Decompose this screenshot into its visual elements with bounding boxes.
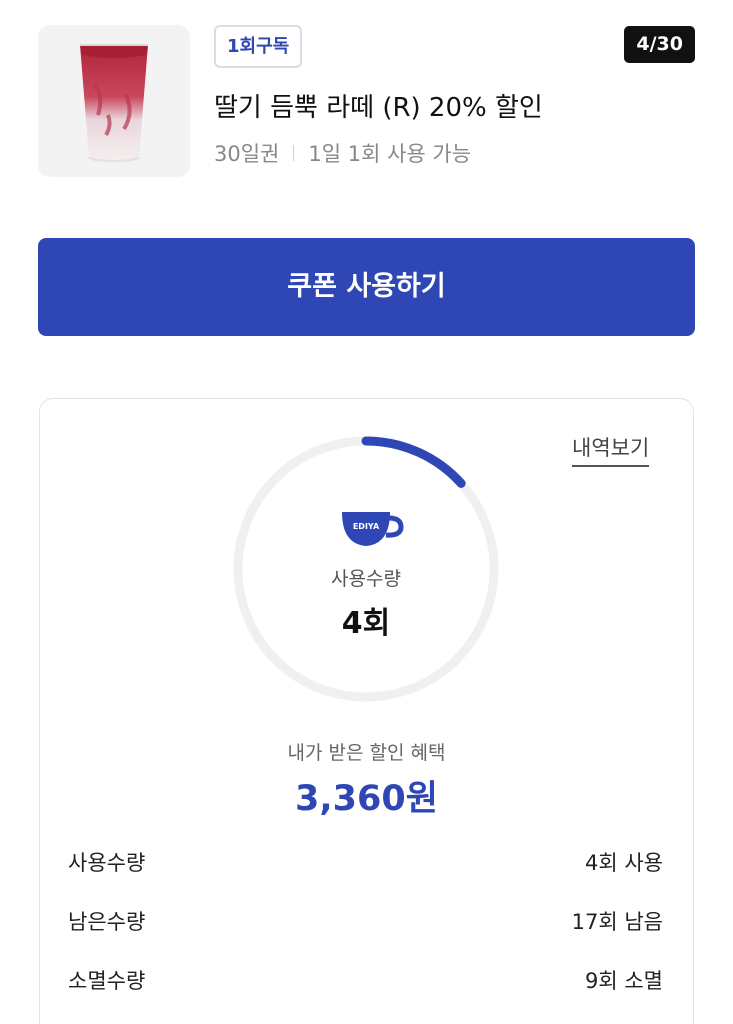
view-history-link[interactable]: 내역보기 [572,432,650,467]
stat-value: 17회 남음 [571,910,663,934]
stat-label: 소멸수량 [68,969,146,993]
usage-rule: 1일 1회 사용 가능 [308,142,472,166]
subscription-period: 30일권 [214,142,280,166]
stat-row-expired: 소멸수량 9회 소멸 [68,965,663,995]
subscription-type-badge: 1회구독 [214,25,303,68]
stat-value: 4회 사용 [585,851,663,875]
stat-label: 사용수량 [68,851,146,875]
ediya-cup-icon: EDIYA [342,512,404,546]
product-image [38,25,190,177]
product-title: 딸기 듬뿍 라떼 (R) 20% 할인 [214,93,543,123]
stat-row-used: 사용수량 4회 사용 [68,847,663,877]
stat-label: 남은수량 [68,910,146,934]
usage-label: 사용수량 [331,568,401,590]
benefit-label: 내가 받은 할인 혜택 [287,742,446,764]
progress-arc [361,436,466,488]
benefit-amount: 3,360원 [295,779,438,819]
ediya-brand-text: EDIYA [353,522,380,531]
subscription-product: 1회구독 4/30 딸기 듬뿍 라떼 (R) 20% 할인 30일권 1일 1회… [38,25,695,177]
usage-counter-badge: 4/30 [624,26,695,63]
usage-value: 4회 [341,606,391,641]
use-coupon-button[interactable]: 쿠폰 사용하기 [38,238,695,336]
strawberry-latte-icon [80,44,148,162]
product-meta: 30일권 1일 1회 사용 가능 [214,138,471,168]
stat-value: 9회 소멸 [585,969,663,993]
meta-divider [293,145,295,161]
stat-row-remaining: 남은수량 17회 남음 [68,906,663,936]
